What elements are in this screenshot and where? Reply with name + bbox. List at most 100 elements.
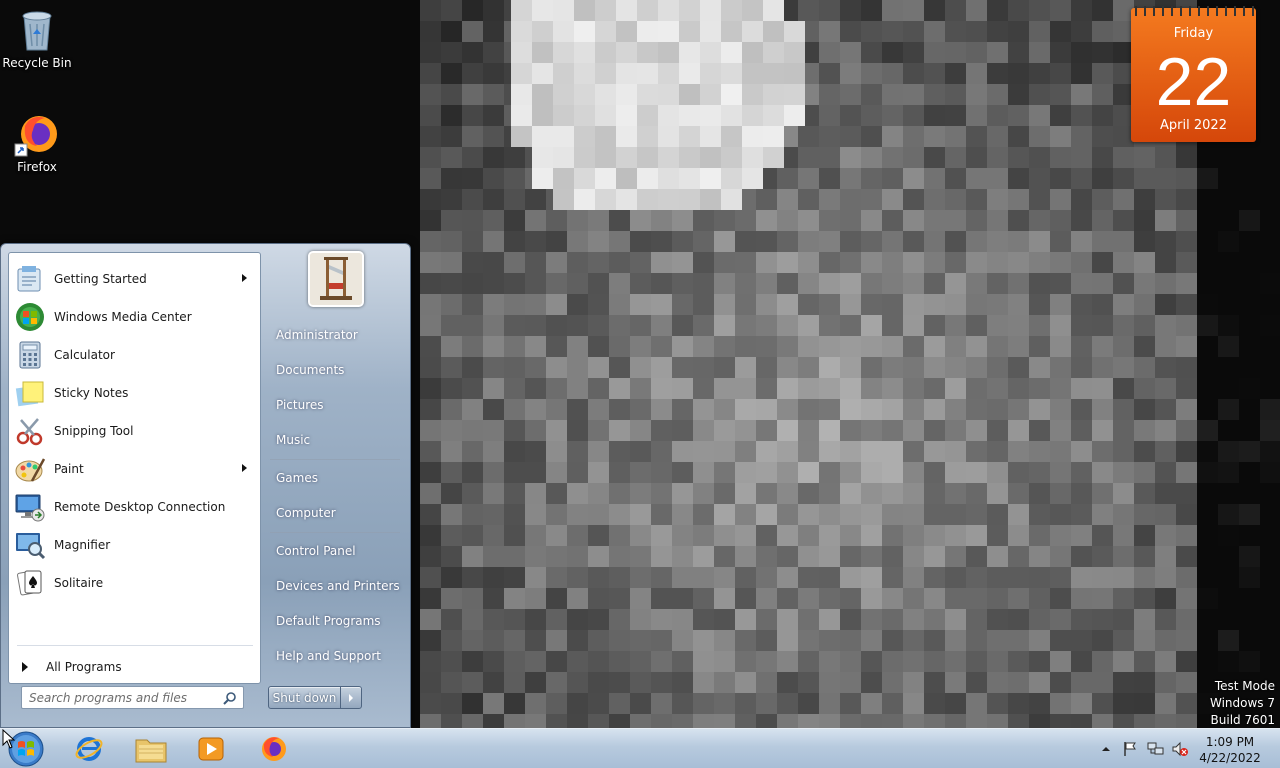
wallpaper-tile [1092, 420, 1113, 441]
wallpaper-tile [924, 273, 945, 294]
calendar-gadget[interactable]: Friday 22 April 2022 [1131, 6, 1256, 142]
wallpaper-tile [742, 105, 763, 126]
search-icon[interactable] [223, 691, 237, 705]
wallpaper-tile [1239, 420, 1260, 441]
search-box[interactable] [21, 686, 244, 709]
magnifier-icon [16, 533, 46, 560]
wallpaper-tile [441, 315, 462, 336]
wallpaper-tile [1218, 567, 1239, 588]
right-item-administrator[interactable]: Administrator [268, 320, 404, 350]
wallpaper-tile [784, 63, 805, 84]
program-snipping-tool[interactable]: Snipping Tool [12, 413, 257, 449]
wallpaper-tile [882, 357, 903, 378]
wallpaper-tile [483, 651, 504, 672]
program-calculator[interactable]: Calculator [12, 337, 257, 373]
program-magnifier[interactable]: Magnifier [12, 527, 257, 563]
wallpaper-tile [1008, 273, 1029, 294]
program-remote-desktop-connection[interactable]: Remote Desktop Connection [12, 489, 257, 525]
right-item-pictures[interactable]: Pictures [268, 390, 404, 420]
wallpaper-tile [1239, 588, 1260, 609]
recycle-bin-shortcut[interactable]: Recycle Bin [0, 6, 74, 70]
right-item-documents[interactable]: Documents [268, 355, 404, 385]
wallpaper-tile [525, 357, 546, 378]
wallpaper-tile [483, 588, 504, 609]
wallpaper-tile [714, 567, 735, 588]
wallpaper-tile [1008, 42, 1029, 63]
search-input[interactable] [29, 687, 219, 708]
wallpaper-tile [672, 504, 693, 525]
wallpaper-tile [721, 168, 742, 189]
show-hidden-icons-chevron-icon[interactable] [1101, 746, 1111, 752]
wallpaper-tile [651, 525, 672, 546]
right-item-music[interactable]: Music [268, 425, 404, 455]
taskbar-media-player[interactable] [186, 731, 236, 767]
wallpaper-tile [1029, 567, 1050, 588]
wallpaper-tile [658, 168, 679, 189]
wallpaper-tile [1092, 336, 1113, 357]
paint-icon [15, 458, 46, 482]
wallpaper-tile [441, 630, 462, 651]
right-item-games[interactable]: Games [268, 463, 404, 493]
watermark-line: Test Mode [1214, 679, 1275, 693]
wallpaper-tile [721, 0, 742, 21]
wallpaper-tile [462, 189, 483, 210]
wallpaper-tile [693, 252, 714, 273]
network-icon[interactable] [1147, 741, 1165, 757]
taskbar-firefox[interactable] [248, 731, 298, 767]
taskbar-internet-explorer[interactable] [64, 731, 114, 767]
wallpaper-tile [588, 378, 609, 399]
wallpaper-tile [1155, 693, 1176, 714]
wallpaper-tile [1113, 357, 1134, 378]
wallpaper-tile [483, 441, 504, 462]
shutdown-options-button[interactable] [341, 687, 361, 708]
submenu-arrow-icon[interactable] [242, 274, 247, 282]
wallpaper-tile [1197, 336, 1218, 357]
program-sticky-notes[interactable]: Sticky Notes [12, 375, 257, 411]
wallpaper-tile [420, 672, 441, 693]
wallpaper-tile [714, 462, 735, 483]
wallpaper-tile [1050, 483, 1071, 504]
right-item-label: Games [276, 471, 318, 485]
wallpaper-tile [693, 630, 714, 651]
wallpaper-tile [756, 294, 777, 315]
program-solitaire[interactable]: Solitaire [12, 565, 257, 601]
wallpaper-tile [1134, 525, 1155, 546]
wallpaper-tile [630, 693, 651, 714]
wallpaper-tile [1008, 630, 1029, 651]
wallpaper-tile [861, 21, 882, 42]
wallpaper-tile [483, 105, 504, 126]
wallpaper-tile [966, 336, 987, 357]
programs-pane: Getting Started Windows Media Center Cal… [8, 252, 261, 684]
wallpaper-tile [1155, 525, 1176, 546]
right-item-help-and-support[interactable]: Help and Support [268, 641, 404, 671]
wallpaper-tile [616, 189, 637, 210]
wallpaper-tile [651, 588, 672, 609]
wallpaper-tile [630, 672, 651, 693]
all-programs-button[interactable]: All Programs [12, 653, 257, 681]
submenu-arrow-icon[interactable] [242, 464, 247, 472]
right-item-devices-and-printers[interactable]: Devices and Printers [268, 571, 404, 601]
wallpaper-tile [1113, 189, 1134, 210]
taskbar-windows-explorer[interactable] [126, 731, 176, 767]
wallpaper-tile [945, 63, 966, 84]
shutdown-button[interactable]: Shut down [269, 687, 341, 708]
wallpaper-tile [882, 504, 903, 525]
action-center-flag-icon[interactable] [1122, 741, 1138, 757]
right-item-control-panel[interactable]: Control Panel [268, 536, 404, 566]
user-picture[interactable] [308, 251, 364, 307]
wallpaper-tile [672, 588, 693, 609]
wallpaper-tile [546, 651, 567, 672]
right-item-default-programs[interactable]: Default Programs [268, 606, 404, 636]
firefox-shortcut[interactable]: Firefox [0, 110, 74, 174]
wallpaper-tile [1218, 420, 1239, 441]
program-windows-media-center[interactable]: Windows Media Center [12, 299, 257, 335]
wallpaper-tile [903, 147, 924, 168]
wallpaper-tile [483, 189, 504, 210]
wallpaper-tile [945, 609, 966, 630]
program-paint[interactable]: Paint [12, 451, 257, 487]
wallpaper-tile [924, 210, 945, 231]
wallpaper-tile [1008, 105, 1029, 126]
right-item-computer[interactable]: Computer [268, 498, 404, 528]
program-getting-started[interactable]: Getting Started [12, 261, 257, 297]
system-clock[interactable]: 1:09 PM 4/22/2022 [1187, 734, 1273, 766]
